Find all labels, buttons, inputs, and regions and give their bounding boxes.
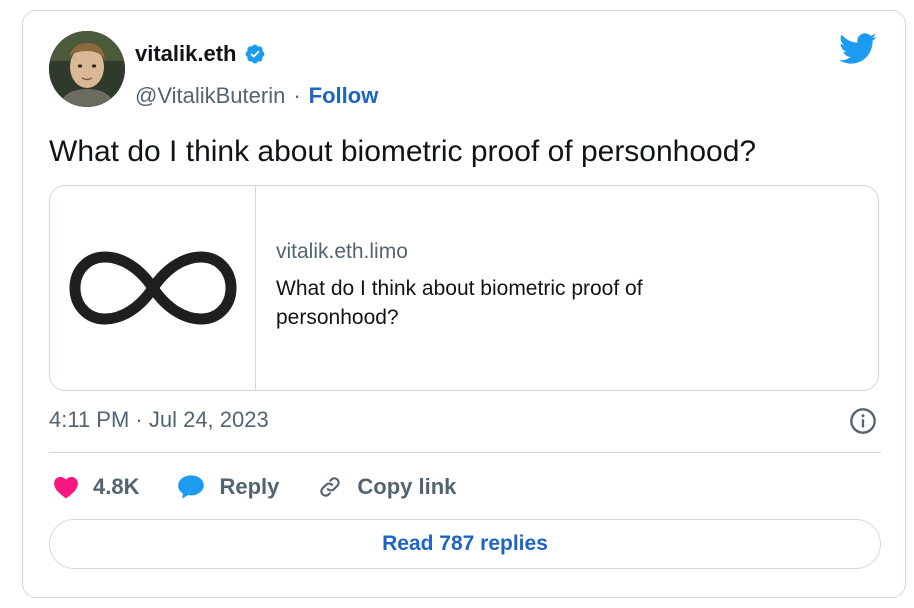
handle-separator: · xyxy=(293,83,301,108)
verified-badge-icon xyxy=(246,44,265,64)
twitter-bird-icon[interactable] xyxy=(839,33,877,65)
avatar[interactable] xyxy=(49,31,125,107)
avatar-image xyxy=(49,31,125,107)
read-replies-button[interactable]: Read 787 replies xyxy=(49,519,881,569)
link-title: What do I think about biometric proof of… xyxy=(276,277,643,329)
infinity-icon xyxy=(69,251,236,325)
reply-label: Reply xyxy=(219,474,280,499)
tweet-card: vitalik.eth @VitalikButerin · Follow Wha… xyxy=(22,10,906,598)
heart-icon xyxy=(54,476,78,499)
link-chain-icon xyxy=(320,477,341,497)
info-icon[interactable] xyxy=(849,407,877,435)
tweet-text: What do I think about biometric proof of… xyxy=(49,135,757,168)
copy-link-button[interactable]: Copy link xyxy=(317,474,456,500)
divider xyxy=(49,452,881,453)
author-display-name[interactable]: vitalik.eth xyxy=(135,41,236,67)
link-domain: vitalik.eth.limo xyxy=(276,240,408,263)
author-name-row[interactable]: vitalik.eth xyxy=(135,41,266,67)
like-count: 4.8K xyxy=(93,474,140,499)
copy-link-label: Copy link xyxy=(357,474,457,499)
reply-button[interactable]: Reply xyxy=(177,474,279,500)
link-info: vitalik.eth.limo What do I think about b… xyxy=(256,186,878,390)
author-handle[interactable]: @VitalikButerin xyxy=(135,83,285,109)
action-bar: 4.8K Reply Copy link xyxy=(53,469,494,505)
link-thumbnail xyxy=(50,186,256,390)
reply-bubble-icon xyxy=(178,475,205,499)
follow-link[interactable]: Follow xyxy=(309,83,379,109)
link-preview-card[interactable]: vitalik.eth.limo What do I think about b… xyxy=(49,185,879,391)
like-button[interactable]: 4.8K xyxy=(53,474,139,500)
tweet-timestamp[interactable]: 4:11 PM · Jul 24, 2023 xyxy=(49,407,269,433)
author-handle-row: @VitalikButerin · Follow xyxy=(135,83,378,109)
